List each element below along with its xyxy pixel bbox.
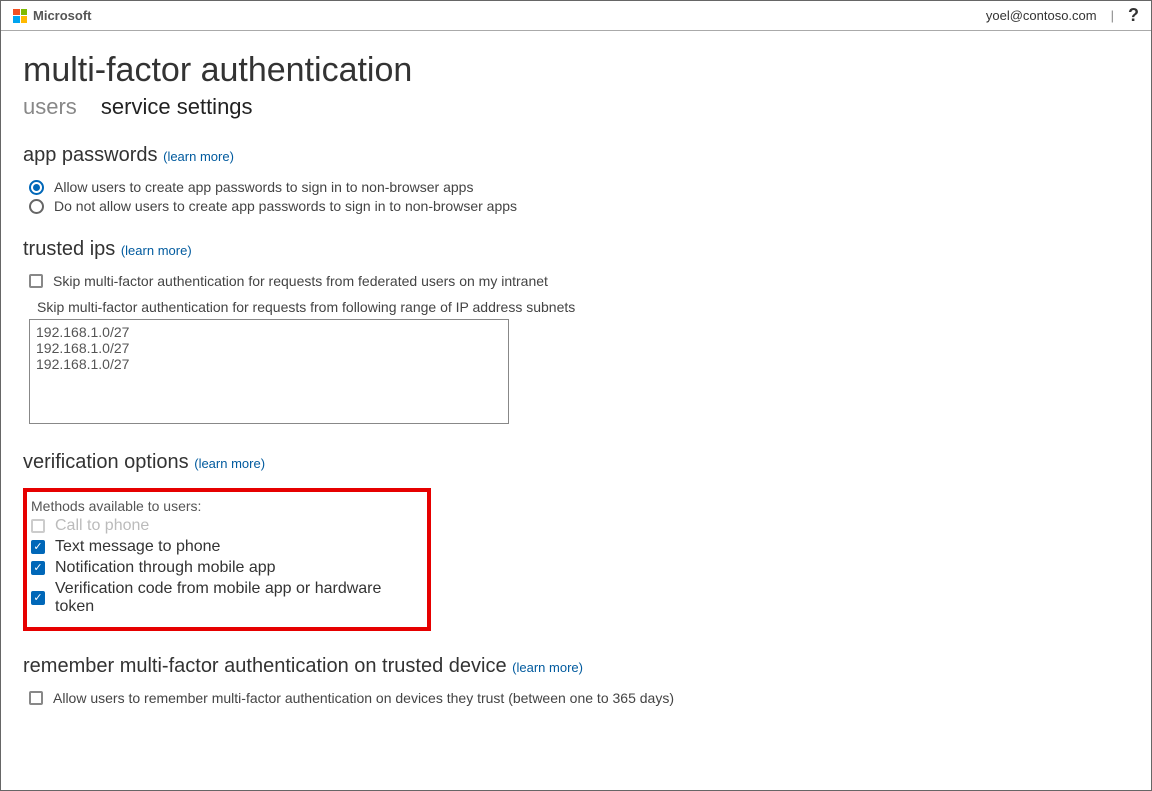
learn-more-trusted-ips[interactable]: learn more xyxy=(121,243,192,258)
section-title-label: app passwords xyxy=(23,144,158,166)
tabs: users service settings xyxy=(23,94,1129,120)
tab-users[interactable]: users xyxy=(23,94,77,120)
checkbox-skip-federated[interactable] xyxy=(29,274,43,288)
checkbox-label: Text message to phone xyxy=(55,538,220,556)
radio-disallow-app-passwords[interactable] xyxy=(29,199,44,214)
learn-more-app-passwords[interactable]: learn more xyxy=(163,149,234,164)
section-title-label: trusted ips xyxy=(23,238,115,260)
section-title-label: verification options xyxy=(23,451,189,473)
separator: | xyxy=(1111,8,1114,23)
learn-more-verification[interactable]: learn more xyxy=(194,456,265,471)
radio-label: Allow users to create app passwords to s… xyxy=(54,179,473,195)
checkbox-text-message[interactable] xyxy=(31,540,45,554)
radio-label: Do not allow users to create app passwor… xyxy=(54,198,517,214)
checkbox-verification-code[interactable] xyxy=(31,591,45,605)
radio-allow-app-passwords[interactable] xyxy=(29,180,44,195)
section-trusted-ips: trusted ips learn more xyxy=(23,238,1129,261)
checkbox-call-to-phone[interactable] xyxy=(31,519,45,533)
section-app-passwords: app passwords learn more xyxy=(23,144,1129,167)
learn-more-remember[interactable]: learn more xyxy=(512,660,583,675)
checkbox-label: Skip multi-factor authentication for req… xyxy=(53,273,548,289)
checkbox-label: Call to phone xyxy=(55,517,149,535)
page-title: multi-factor authentication xyxy=(23,51,1129,90)
checkbox-notification-app[interactable] xyxy=(31,561,45,575)
checkbox-remember-mfa[interactable] xyxy=(29,691,43,705)
section-title-label: remember multi-factor authentication on … xyxy=(23,655,507,677)
section-remember-mfa: remember multi-factor authentication on … xyxy=(23,655,1129,678)
user-email[interactable]: yoel@contoso.com xyxy=(986,8,1097,23)
verification-methods-highlight: Methods available to users: Call to phon… xyxy=(23,488,431,631)
ip-ranges-label: Skip multi-factor authentication for req… xyxy=(37,299,1129,315)
methods-available-label: Methods available to users: xyxy=(31,498,423,514)
checkbox-label: Verification code from mobile app or har… xyxy=(55,580,423,616)
microsoft-logo-icon xyxy=(13,9,27,23)
checkbox-label: Allow users to remember multi-factor aut… xyxy=(53,690,674,706)
brand: Microsoft xyxy=(13,8,92,23)
section-verification-options: verification options learn more xyxy=(23,451,1129,474)
brand-label: Microsoft xyxy=(33,8,92,23)
help-icon[interactable]: ? xyxy=(1128,5,1139,26)
top-bar: Microsoft yoel@contoso.com | ? xyxy=(1,1,1151,31)
ip-subnets-textarea[interactable] xyxy=(29,319,509,424)
checkbox-label: Notification through mobile app xyxy=(55,559,276,577)
tab-service-settings[interactable]: service settings xyxy=(101,94,253,120)
